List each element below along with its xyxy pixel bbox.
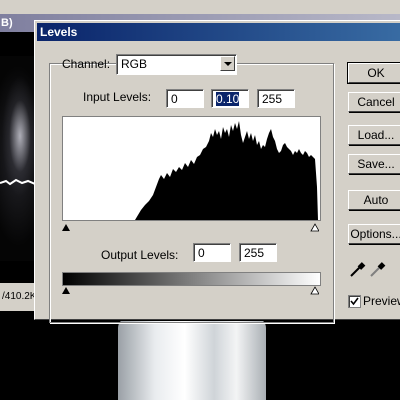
- cancel-button[interactable]: Cancel: [348, 92, 400, 112]
- black-point-handle: [62, 224, 70, 231]
- channel-select[interactable]: RGB: [116, 54, 237, 75]
- histogram-graph: [135, 121, 318, 220]
- lightning-bolt: [0, 178, 35, 186]
- save-button[interactable]: Save...: [348, 154, 400, 174]
- document-title: B): [1, 17, 13, 29]
- input-white-value: 255: [262, 92, 283, 106]
- output-white-field[interactable]: 255: [239, 243, 277, 262]
- output-slider[interactable]: [62, 284, 320, 295]
- preview-checkbox[interactable]: [348, 295, 361, 308]
- input-slider[interactable]: [62, 221, 320, 232]
- output-levels-label: Output Levels:: [101, 248, 179, 262]
- dialog-title: Levels: [40, 25, 78, 39]
- shirt-image: [118, 318, 266, 400]
- document-status: /410.2K: [0, 283, 36, 311]
- input-black-value: 0: [171, 92, 178, 106]
- histogram: [62, 116, 321, 221]
- document-image: [0, 56, 35, 261]
- options-button[interactable]: Options...: [348, 224, 400, 244]
- menu-strip: [0, 0, 400, 14]
- lightning-glow: [0, 56, 35, 261]
- preview-label: Preview: [363, 294, 400, 308]
- white-point-handle: [310, 223, 320, 232]
- output-white-value: 255: [244, 246, 265, 260]
- levels-dialog: Levels Channel: RGB Input Levels: 0 0.10…: [34, 20, 400, 323]
- input-black-field[interactable]: 0: [166, 89, 204, 108]
- black-eyedropper-icon[interactable]: [348, 261, 366, 279]
- channel-label: Channel:: [62, 57, 111, 71]
- input-levels-label: Input Levels:: [83, 90, 152, 104]
- input-gamma-field[interactable]: 0.10: [211, 89, 249, 108]
- input-slider-handles[interactable]: [62, 222, 320, 232]
- gray-eyedropper-icon[interactable]: [368, 261, 386, 279]
- output-white-handle: [310, 286, 320, 295]
- input-white-field[interactable]: 255: [257, 89, 295, 108]
- output-black-field[interactable]: 0: [193, 243, 231, 262]
- output-black-value: 0: [198, 246, 205, 260]
- load-button[interactable]: Load...: [348, 125, 400, 145]
- output-black-handle: [62, 287, 70, 294]
- auto-button[interactable]: Auto: [348, 190, 400, 210]
- output-slider-handles[interactable]: [62, 285, 320, 295]
- checkmark-icon: [350, 297, 359, 306]
- chevron-down-icon[interactable]: [220, 56, 235, 71]
- channel-value: RGB: [121, 57, 148, 71]
- dialog-titlebar[interactable]: Levels: [37, 23, 400, 41]
- ok-button[interactable]: OK: [347, 62, 400, 84]
- input-gamma-value: 0.10: [216, 92, 240, 106]
